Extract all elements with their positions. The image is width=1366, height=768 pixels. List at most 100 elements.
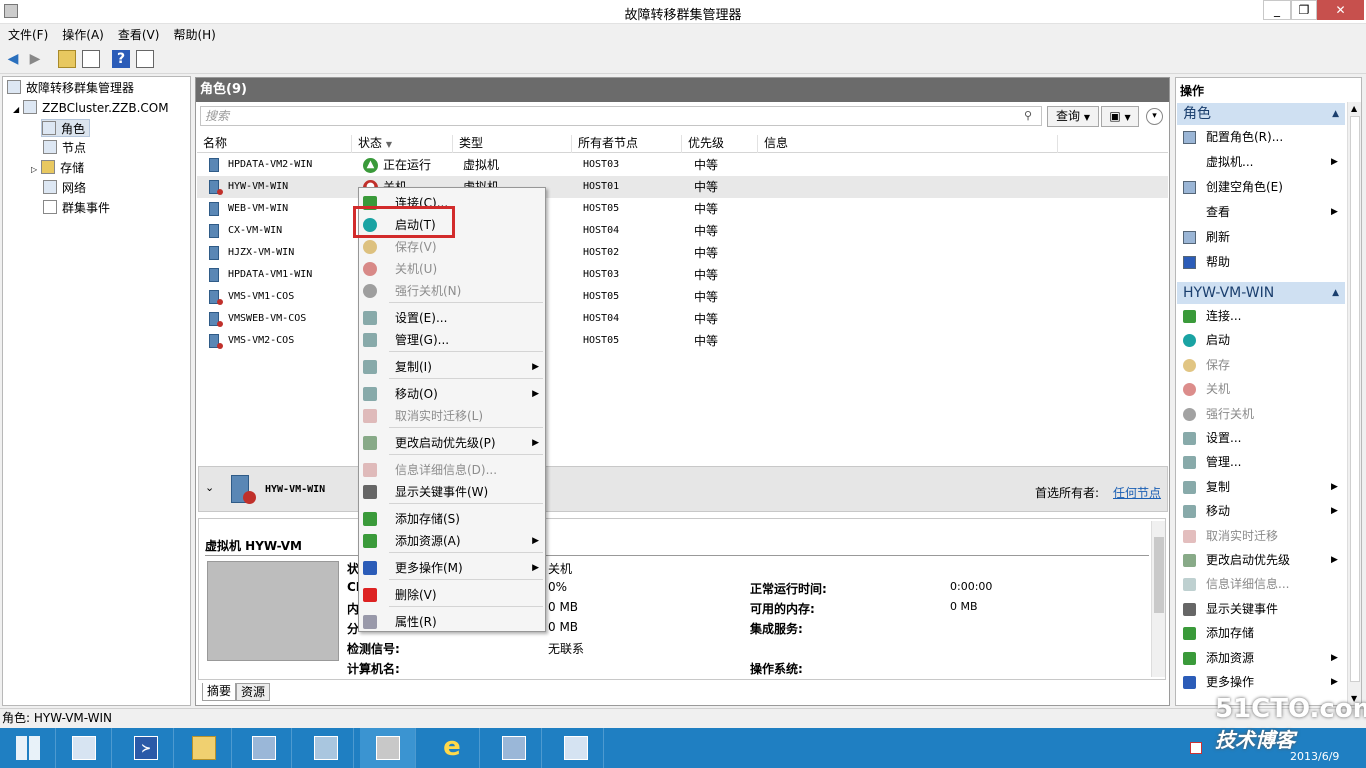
tab-resources[interactable]: 资源	[236, 683, 271, 701]
col-status[interactable]: 状态 ▼	[352, 135, 453, 153]
action-vm-7[interactable]: 复制	[1206, 477, 1230, 497]
action-vm-10[interactable]: 更改启动优先级	[1206, 550, 1290, 570]
table-row[interactable]: HPDATA-VM2-WIN ▲ 正在运行 虚拟机 HOST03 中等	[197, 154, 1168, 176]
action-vm-5[interactable]: 设置...	[1206, 428, 1241, 448]
taskbar-server-manager[interactable]	[56, 728, 112, 768]
taskbar-failover-cluster[interactable]	[360, 728, 416, 768]
col-info[interactable]: 信息	[758, 135, 1058, 153]
taskbar-powershell[interactable]: ≻	[118, 728, 174, 768]
action-role-4[interactable]: 刷新	[1206, 227, 1230, 247]
table-row[interactable]: VMS-VM1-COS HOST05 中等	[197, 286, 1168, 308]
detail-scrollbar[interactable]	[1151, 521, 1165, 677]
help-icon[interactable]: ?	[112, 50, 130, 68]
menu-view[interactable]: 查看(V)	[110, 24, 166, 43]
action-vm-11[interactable]: 信息详细信息...	[1206, 574, 1289, 594]
table-row[interactable]: VMS-VM2-COS HOST05 中等	[197, 330, 1168, 352]
menu-action[interactable]: 操作(A)	[54, 24, 110, 43]
action-vm-13[interactable]: 添加存储	[1206, 623, 1254, 643]
taskbar-hyperv[interactable]	[298, 728, 354, 768]
tree-item-roles[interactable]: 角色	[41, 119, 91, 137]
action-vm-15[interactable]: 更多操作	[1206, 672, 1254, 692]
search-icon[interactable]: ⚲	[1024, 109, 1032, 122]
context-item-16[interactable]: 删除(V)	[359, 584, 545, 606]
action-vm-1[interactable]: 启动	[1206, 330, 1230, 350]
tree-root[interactable]: 故障转移群集管理器	[7, 79, 134, 97]
action-vm-6[interactable]: 管理...	[1206, 452, 1241, 472]
maximize-button[interactable]: ❐	[1291, 0, 1317, 20]
collapse-up-icon[interactable]: ▲	[1332, 282, 1339, 304]
context-item-12[interactable]: 显示关键事件(W)	[359, 481, 545, 503]
up-folder-icon[interactable]	[58, 50, 76, 68]
back-arrow-icon[interactable]: ◀	[4, 50, 22, 68]
action-role-0[interactable]: 配置角色(R)...	[1206, 127, 1283, 147]
table-row[interactable]: VMSWEB-VM-COS HOST04 中等	[197, 308, 1168, 330]
context-item-15[interactable]: 更多操作(M) ▶	[359, 557, 545, 579]
collapse-triangle-icon[interactable]: ◢	[13, 105, 19, 114]
col-owner[interactable]: 所有者节点	[572, 135, 682, 153]
table-row[interactable]: HPDATA-VM1-WIN HOST03 中等	[197, 264, 1168, 286]
tree-cluster[interactable]: ◢ ZZBCluster.ZZB.COM	[13, 99, 169, 117]
preferred-owner-link[interactable]: 任何节点	[1113, 484, 1161, 501]
action-role-3[interactable]: 查看	[1206, 202, 1230, 222]
menu-file[interactable]: 文件(F)	[0, 24, 54, 43]
tree-item-nodes[interactable]: 节点	[43, 139, 86, 157]
expand-triangle-icon[interactable]: ▷	[31, 165, 37, 174]
tree-item-events[interactable]: 群集事件	[43, 199, 110, 217]
scroll-up-icon[interactable]: ▲	[1351, 104, 1357, 113]
action-vm-8[interactable]: 移动	[1206, 501, 1230, 521]
table-row[interactable]: HYW-VM-WIN●关机虚拟机HOST01中等	[197, 176, 1168, 198]
taskbar-network[interactable]	[486, 728, 542, 768]
context-item-4[interactable]: 强行关机(N)	[359, 280, 545, 302]
table-row[interactable]: HJZX-VM-WIN HOST02 中等	[197, 242, 1168, 264]
context-item-2[interactable]: 保存(V)	[359, 236, 545, 258]
forward-arrow-icon[interactable]: ▶	[26, 50, 44, 68]
taskbar-explorer[interactable]	[176, 728, 232, 768]
tab-summary[interactable]: 摘要	[202, 683, 237, 701]
table-row[interactable]: CX-VM-WIN HOST04 中等	[197, 220, 1168, 242]
scroll-thumb[interactable]	[1350, 116, 1360, 682]
context-item-8[interactable]: 移动(O) ▶	[359, 383, 545, 405]
context-item-6[interactable]: 管理(G)...	[359, 329, 545, 351]
table-row[interactable]: WEB-VM-WIN HOST05 中等	[197, 198, 1168, 220]
context-item-13[interactable]: 添加存储(S)	[359, 508, 545, 530]
col-name[interactable]: 名称	[197, 135, 352, 153]
show-hide-tree-icon[interactable]	[82, 50, 100, 68]
search-input[interactable]: 搜索	[200, 106, 1042, 126]
taskbar-control-panel[interactable]	[548, 728, 604, 768]
start-button[interactable]	[0, 728, 56, 768]
action-role-5[interactable]: 帮助	[1206, 252, 1230, 272]
taskbar-remote-desktop[interactable]	[236, 728, 292, 768]
tray-flag-icon[interactable]	[1190, 742, 1202, 754]
collapse-chevron-icon[interactable]: ⌄	[205, 481, 214, 494]
save-query-button[interactable]: ▣ ▼	[1101, 106, 1139, 127]
action-vm-2[interactable]: 保存	[1206, 355, 1230, 375]
tree-item-networks[interactable]: 网络	[43, 179, 86, 197]
col-priority[interactable]: 优先级	[682, 135, 758, 153]
context-item-3[interactable]: 关机(U)	[359, 258, 545, 280]
context-item-5[interactable]: 设置(E)...	[359, 307, 545, 329]
action-vm-4[interactable]: 强行关机	[1206, 404, 1254, 424]
context-item-9[interactable]: 取消实时迁移(L)	[359, 405, 545, 427]
context-item-11[interactable]: 信息详细信息(D)...	[359, 459, 545, 481]
tree-item-storage[interactable]: ▷ 存储	[31, 159, 84, 177]
menu-help[interactable]: 帮助(H)	[165, 24, 221, 43]
context-item-17[interactable]: 属性(R)	[359, 611, 545, 633]
collapse-up-icon[interactable]: ▲	[1332, 103, 1339, 125]
action-role-1[interactable]: 虚拟机...	[1206, 152, 1253, 172]
scroll-thumb[interactable]	[1154, 537, 1164, 613]
query-button[interactable]: 查询 ▼	[1047, 106, 1099, 127]
col-type[interactable]: 类型	[453, 135, 572, 153]
actions-scrollbar[interactable]: ▲ ▼	[1347, 102, 1361, 705]
actions-section-roles[interactable]: 角色 ▲	[1177, 103, 1345, 125]
minimize-button[interactable]: _	[1263, 0, 1291, 20]
action-vm-14[interactable]: 添加资源	[1206, 648, 1254, 668]
action-vm-0[interactable]: 连接...	[1206, 306, 1241, 326]
action-vm-3[interactable]: 关机	[1206, 379, 1230, 399]
context-item-10[interactable]: 更改启动优先级(P) ▶	[359, 432, 545, 454]
show-action-pane-icon[interactable]	[136, 50, 154, 68]
context-item-14[interactable]: 添加资源(A) ▶	[359, 530, 545, 552]
actions-section-vm[interactable]: HYW-VM-WIN ▲	[1177, 282, 1345, 304]
context-item-7[interactable]: 复制(I) ▶	[359, 356, 545, 378]
action-vm-9[interactable]: 取消实时迁移	[1206, 526, 1278, 546]
action-vm-12[interactable]: 显示关键事件	[1206, 599, 1278, 619]
